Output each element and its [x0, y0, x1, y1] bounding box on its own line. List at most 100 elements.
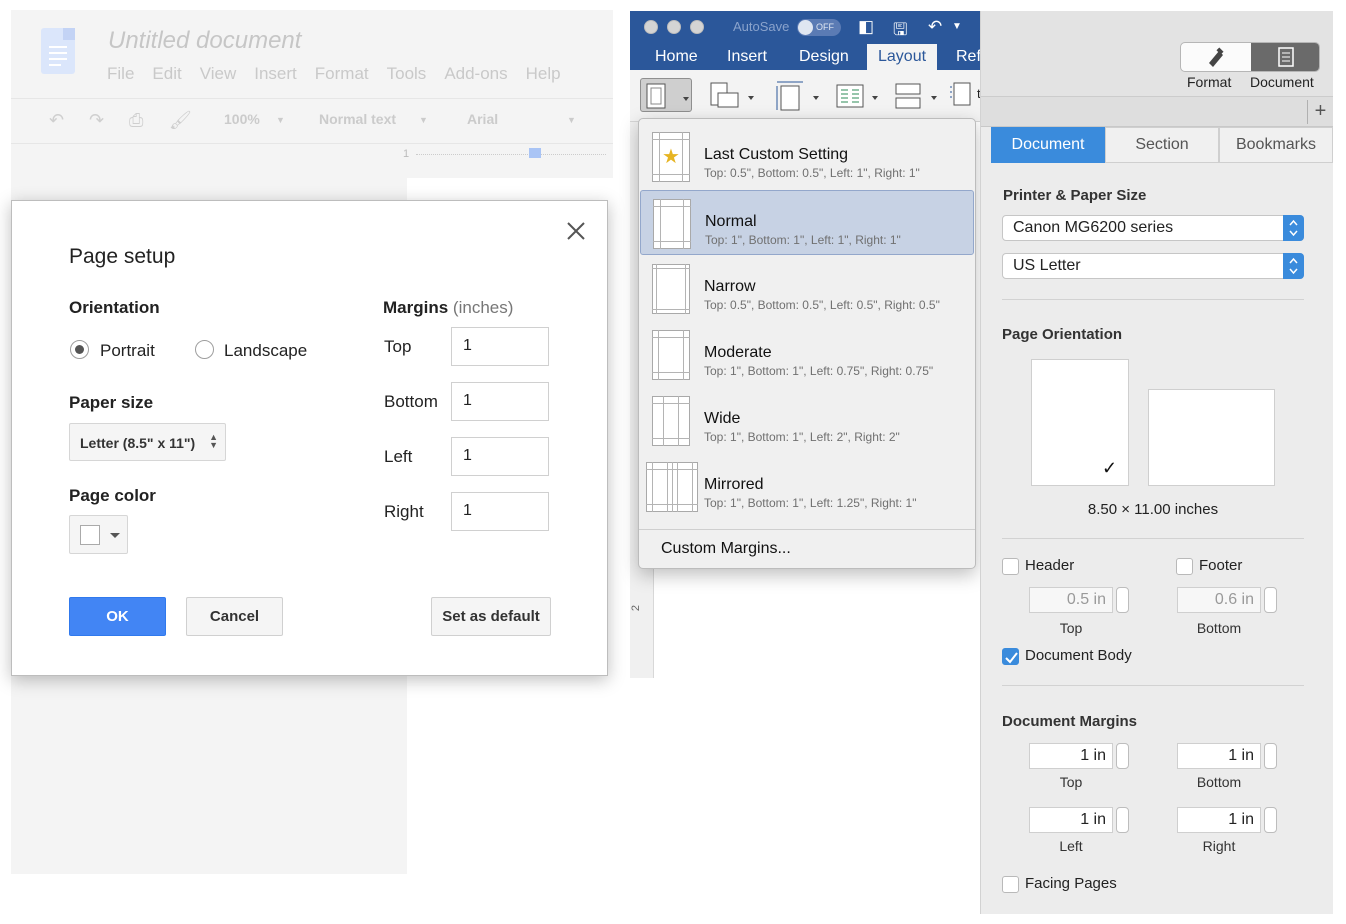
cancel-button[interactable]: Cancel: [186, 597, 283, 636]
footer-distance-input[interactable]: 0.6 in: [1177, 587, 1261, 613]
margins-button[interactable]: [640, 78, 692, 112]
autosave-toggle[interactable]: OFF: [797, 19, 841, 36]
orientation-button[interactable]: [708, 78, 754, 112]
tab-document[interactable]: Document: [991, 127, 1105, 163]
margin-option-narrow[interactable]: Narrow Top: 0.5", Bottom: 0.5", Left: 0.…: [640, 256, 974, 321]
printer-heading: Printer & Paper Size: [1003, 187, 1147, 204]
margin-option-moderate[interactable]: Moderate Top: 1", Bottom: 1", Left: 0.75…: [640, 322, 974, 387]
portrait-radio[interactable]: [70, 340, 89, 359]
menu-help[interactable]: Help: [526, 64, 561, 84]
line-numbers-button[interactable]: [948, 78, 980, 112]
tab-references[interactable]: Ref: [956, 48, 980, 66]
indent-marker-icon[interactable]: [529, 148, 541, 158]
margin-option-mirrored[interactable]: Mirrored Top: 1", Bottom: 1", Left: 1.25…: [640, 454, 974, 519]
undo-icon[interactable]: ↶: [49, 111, 71, 129]
undo-dropdown-icon[interactable]: ▼: [952, 21, 962, 32]
landscape-option[interactable]: [1148, 389, 1275, 486]
margin-option-desc: Top: 1", Bottom: 1", Left: 1.25", Right:…: [704, 496, 917, 510]
minimize-window-button[interactable]: [667, 20, 681, 34]
inspector-toolbar: Format Document: [981, 11, 1333, 97]
margin-right-input[interactable]: 1: [451, 492, 549, 531]
ok-button[interactable]: OK: [69, 597, 166, 636]
close-icon[interactable]: [564, 219, 588, 243]
size-button[interactable]: [775, 78, 821, 112]
document-title[interactable]: Untitled document: [108, 27, 301, 55]
font-select[interactable]: Arial: [467, 111, 498, 127]
zoom-window-button[interactable]: [690, 20, 704, 34]
document-body-checkbox[interactable]: [1002, 648, 1019, 665]
divider: [1002, 299, 1304, 300]
tab-home[interactable]: Home: [655, 48, 698, 66]
custom-margins-item[interactable]: Custom Margins...: [661, 540, 791, 558]
margin-top-label: Top: [384, 337, 412, 356]
printer-select[interactable]: Canon MG6200 series: [1002, 215, 1304, 241]
sidebar-icon[interactable]: ◧: [858, 17, 874, 37]
printer-value: Canon MG6200 series: [1013, 219, 1174, 236]
margin-option-last-custom[interactable]: ★ Last Custom Setting Top: 0.5", Bottom:…: [640, 124, 974, 189]
margin-top-label: Top: [1059, 774, 1083, 790]
menu-tools[interactable]: Tools: [387, 64, 427, 84]
document-segment[interactable]: [1251, 43, 1319, 71]
margin-option-wide[interactable]: Wide Top: 1", Bottom: 1", Left: 2", Righ…: [640, 388, 974, 453]
margin-left-stepper[interactable]: [1116, 807, 1129, 833]
footer-sub-label: Bottom: [1196, 620, 1242, 636]
set-default-button[interactable]: Set as default: [431, 597, 551, 636]
menu-addons[interactable]: Add-ons: [444, 64, 507, 84]
menu-file[interactable]: File: [107, 64, 134, 84]
layout-ribbon: te: [630, 70, 980, 122]
margin-left-input[interactable]: 1 in: [1029, 807, 1113, 833]
ribbon-tabs: Home Insert Design Layout Ref: [630, 44, 980, 70]
margin-bottom-stepper[interactable]: [1264, 743, 1277, 769]
tab-design[interactable]: Design: [799, 48, 849, 66]
zoom-select[interactable]: 100%: [224, 111, 260, 127]
header-stepper[interactable]: [1116, 587, 1129, 613]
paper-size-select[interactable]: Letter (8.5" x 11") ▲ ▼: [69, 423, 226, 461]
page-color-picker[interactable]: [69, 515, 128, 554]
paint-format-icon[interactable]: 🖌: [169, 111, 192, 129]
header-distance-input[interactable]: 0.5 in: [1029, 587, 1113, 613]
margin-option-desc: Top: 1", Bottom: 1", Left: 2", Right: 2": [704, 430, 900, 444]
save-icon[interactable]: 🖫: [893, 17, 907, 46]
footer-checkbox[interactable]: [1176, 558, 1193, 575]
redo-icon[interactable]: ↷: [89, 111, 111, 129]
ruler-number: 1: [403, 148, 410, 160]
columns-button[interactable]: [834, 78, 880, 112]
format-segment[interactable]: [1181, 43, 1251, 71]
portrait-option[interactable]: ✓: [1031, 359, 1129, 486]
margin-right-input[interactable]: 1 in: [1177, 807, 1261, 833]
margin-option-desc: Top: 0.5", Bottom: 0.5", Left: 1", Right…: [704, 166, 920, 180]
margin-option-normal[interactable]: Normal Top: 1", Bottom: 1", Left: 1", Ri…: [640, 190, 974, 255]
docs-logo-icon: [41, 28, 75, 74]
menu-edit[interactable]: Edit: [152, 64, 181, 84]
margin-bottom-label: Bottom: [384, 392, 438, 411]
facing-pages-checkbox[interactable]: [1002, 876, 1019, 893]
landscape-radio[interactable]: [195, 340, 214, 359]
margin-top-stepper[interactable]: [1116, 743, 1129, 769]
margin-bottom-input[interactable]: 1: [451, 382, 549, 421]
paper-select[interactable]: US Letter: [1002, 253, 1304, 279]
margin-right-stepper[interactable]: [1264, 807, 1277, 833]
tab-insert[interactable]: Insert: [727, 48, 767, 66]
menu-format[interactable]: Format: [315, 64, 369, 84]
caret-down-icon: [110, 533, 120, 538]
undo-icon[interactable]: ↶: [928, 17, 942, 37]
docs-menu-bar: File Edit View Insert Format Tools Add-o…: [107, 64, 579, 84]
close-window-button[interactable]: [644, 20, 658, 34]
tab-bookmarks[interactable]: Bookmarks: [1219, 127, 1333, 163]
menu-insert[interactable]: Insert: [254, 64, 297, 84]
breaks-button[interactable]: [893, 78, 939, 112]
tab-layout[interactable]: Layout: [867, 44, 938, 70]
margin-bottom-input[interactable]: 1 in: [1177, 743, 1261, 769]
tab-section[interactable]: Section: [1105, 127, 1219, 163]
margin-top-input[interactable]: 1: [451, 327, 549, 366]
updown-chevron-icon: [1283, 253, 1304, 279]
dialog-title: Page setup: [69, 245, 176, 268]
footer-stepper[interactable]: [1264, 587, 1277, 613]
header-checkbox[interactable]: [1002, 558, 1019, 575]
margin-top-input[interactable]: 1 in: [1029, 743, 1113, 769]
add-icon[interactable]: +: [1307, 100, 1333, 124]
margin-left-input[interactable]: 1: [451, 437, 549, 476]
print-icon[interactable]: ⎙: [129, 111, 151, 129]
style-select[interactable]: Normal text: [319, 111, 396, 127]
menu-view[interactable]: View: [200, 64, 237, 84]
